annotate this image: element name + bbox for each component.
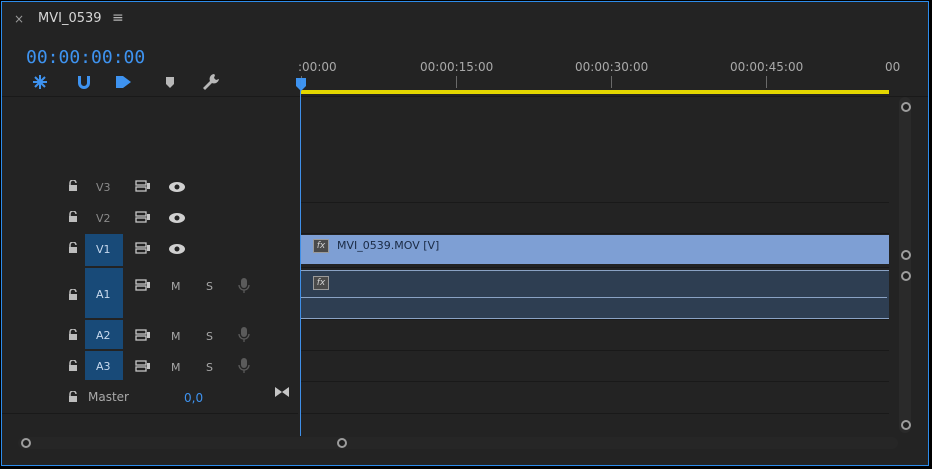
eye-icon[interactable] xyxy=(168,243,186,255)
header-separator xyxy=(2,96,928,97)
track-label-v1: V1 xyxy=(96,243,111,256)
sync-lock-icon[interactable] xyxy=(135,279,151,291)
track-target-a1[interactable]: A1 xyxy=(85,268,123,318)
playhead-timecode[interactable]: 00:00:00:00 xyxy=(26,47,145,68)
sync-lock-icon[interactable] xyxy=(135,211,151,223)
marker-icon[interactable] xyxy=(160,72,180,92)
tab-bar: × MVI_0539 ≡ xyxy=(2,2,928,38)
horizontal-scrollbar[interactable] xyxy=(18,437,898,449)
lock-icon[interactable] xyxy=(67,360,79,372)
solo-button-a3[interactable]: S xyxy=(206,361,213,374)
horizontal-scroll-handle-left[interactable] xyxy=(21,438,31,448)
fx-badge: fx xyxy=(313,239,329,253)
track-label-v3[interactable]: V3 xyxy=(96,181,111,194)
master-track-label: Master xyxy=(88,390,129,404)
playhead-line[interactable] xyxy=(300,80,301,436)
ruler-label: 00:00:30:00 xyxy=(575,60,649,74)
track-header-a1 xyxy=(2,267,298,320)
work-area-bar[interactable] xyxy=(301,90,889,94)
bowtie-icon[interactable] xyxy=(274,386,290,398)
track-label-a3: A3 xyxy=(96,360,111,373)
sync-lock-icon[interactable] xyxy=(135,180,151,192)
eye-icon[interactable] xyxy=(168,212,186,224)
close-tab-icon[interactable]: × xyxy=(14,12,24,26)
track-header-master xyxy=(2,381,298,414)
track-target-v1[interactable]: V1 xyxy=(85,234,123,266)
solo-button-a1[interactable]: S xyxy=(206,280,213,293)
track-lane-a3[interactable] xyxy=(301,350,889,382)
lock-icon[interactable] xyxy=(67,329,79,341)
horizontal-scroll-handle-right[interactable] xyxy=(337,438,347,448)
video-clip-name: MVI_0539.MOV [V] xyxy=(337,239,440,252)
track-lane-a2[interactable] xyxy=(301,319,889,351)
magnet-icon[interactable] xyxy=(74,72,94,92)
master-volume-value[interactable]: 0,0 xyxy=(184,391,203,405)
track-lane-v2[interactable] xyxy=(301,202,889,234)
sync-lock-icon[interactable] xyxy=(135,360,151,372)
vertical-scroll-handle-bottom[interactable] xyxy=(901,250,911,260)
ruler-label: 00 xyxy=(885,60,901,74)
track-label-a2: A2 xyxy=(96,329,111,342)
timeline-panel: × MVI_0539 ≡ 00:00:00:00 :00:00 00:00:15… xyxy=(1,1,929,466)
playhead-handle-icon[interactable] xyxy=(295,78,307,92)
fx-badge: fx xyxy=(313,276,329,290)
track-target-a2[interactable]: A2 xyxy=(85,320,123,349)
solo-button-a2[interactable]: S xyxy=(206,330,213,343)
video-clip[interactable]: fx MVI_0539.MOV [V] xyxy=(301,235,889,264)
audio-clip-divider xyxy=(301,297,887,298)
ruler-label: 00:00:15:00 xyxy=(420,60,494,74)
mute-button-a1[interactable]: M xyxy=(171,280,181,293)
track-lane-v3[interactable] xyxy=(301,171,889,203)
ruler-label: :00:00 xyxy=(298,60,337,74)
lock-icon[interactable] xyxy=(67,289,79,301)
eye-icon[interactable] xyxy=(168,181,186,193)
lock-icon[interactable] xyxy=(67,211,79,223)
wrench-icon[interactable] xyxy=(200,72,220,92)
ruler-label: 00:00:45:00 xyxy=(730,60,804,74)
time-ruler[interactable] xyxy=(301,76,891,90)
mute-button-a3[interactable]: M xyxy=(171,361,181,374)
lock-icon[interactable] xyxy=(67,180,79,192)
track-label-v2[interactable]: V2 xyxy=(96,212,111,225)
track-target-a3[interactable]: A3 xyxy=(85,351,123,380)
linked-selection-icon[interactable] xyxy=(114,72,134,92)
lock-icon[interactable] xyxy=(67,391,79,403)
lock-icon[interactable] xyxy=(67,242,79,254)
mute-button-a2[interactable]: M xyxy=(171,330,181,343)
vertical-scroll-handle-top[interactable] xyxy=(901,102,911,112)
audio-clip[interactable]: fx xyxy=(301,270,889,319)
vertical-scroll-handle-bottom[interactable] xyxy=(901,420,911,430)
sync-lock-icon[interactable] xyxy=(135,329,151,341)
panel-menu-icon[interactable]: ≡ xyxy=(112,10,124,26)
microphone-icon[interactable] xyxy=(238,278,250,294)
microphone-icon[interactable] xyxy=(238,358,250,374)
vertical-scroll-handle-top[interactable] xyxy=(901,271,911,281)
snap-icon[interactable] xyxy=(30,72,50,92)
track-lane-master xyxy=(301,381,889,414)
track-label-a1: A1 xyxy=(96,288,111,301)
vertical-scrollbar[interactable] xyxy=(899,97,911,433)
microphone-icon[interactable] xyxy=(238,327,250,343)
sync-lock-icon[interactable] xyxy=(135,242,151,254)
sequence-tab-title[interactable]: MVI_0539 xyxy=(38,11,102,26)
